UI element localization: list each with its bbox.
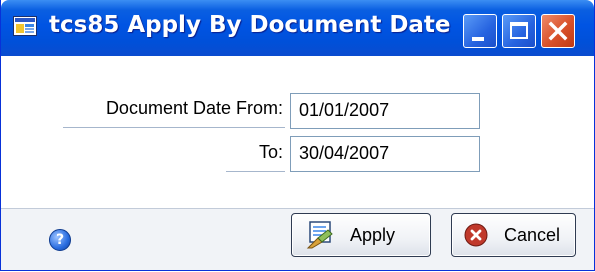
cancel-icon (464, 223, 488, 247)
apply-icon (306, 221, 336, 249)
apply-label: Apply (350, 225, 396, 245)
minimize-button[interactable] (463, 14, 497, 48)
button-bar: ? Apply Cancel (1, 208, 594, 270)
title-bar[interactable]: tcs85 Apply By Document Date (1, 0, 594, 56)
application-icon[interactable] (13, 16, 37, 36)
maximize-icon (510, 22, 528, 39)
date-from-field[interactable]: 01/01/2007 (290, 93, 480, 129)
date-to-label: To: (258, 142, 283, 162)
maximize-button[interactable] (502, 14, 536, 48)
apply-button[interactable]: Apply (291, 213, 431, 257)
close-icon (548, 21, 568, 41)
label-underline (63, 127, 285, 128)
form-area: Document Date From: 01/01/2007 To: 30/04… (1, 56, 594, 208)
cancel-label: Cancel (504, 225, 561, 245)
close-button[interactable] (541, 14, 575, 48)
label-underline (226, 171, 285, 172)
minimize-icon (472, 37, 484, 41)
date-from-label: Document Date From: (105, 98, 283, 118)
dialog-window: tcs85 Apply By Document Date Document Da… (0, 0, 595, 271)
help-icon[interactable]: ? (49, 229, 71, 251)
window-title: tcs85 Apply By Document Date (49, 12, 451, 38)
cancel-button[interactable]: Cancel (451, 213, 576, 257)
date-to-field[interactable]: 30/04/2007 (290, 136, 480, 172)
